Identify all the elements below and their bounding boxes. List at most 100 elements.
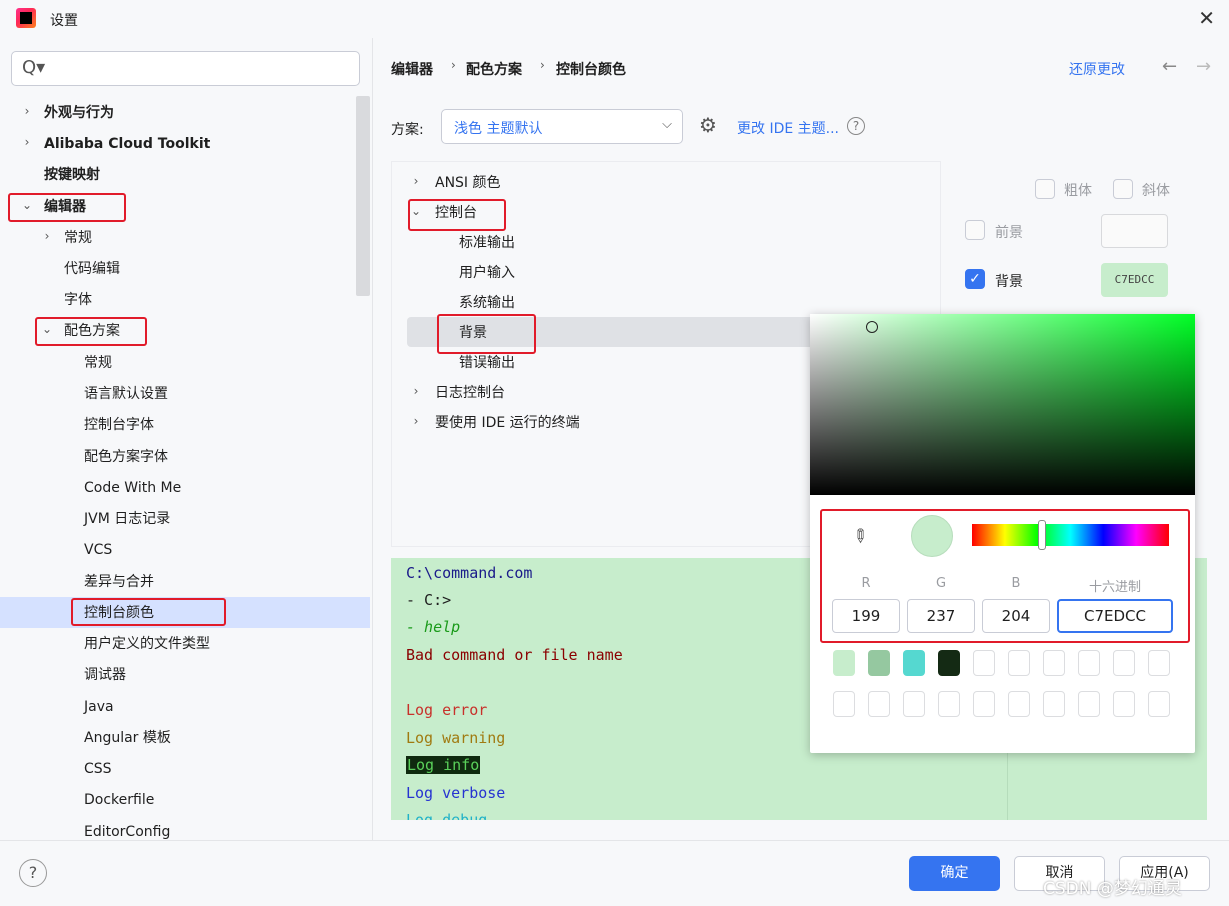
back-arrow-icon[interactable]: ← — [1162, 56, 1177, 77]
chevron-right-icon[interactable]: › — [409, 384, 423, 398]
sidebar-item[interactable]: 控制台颜色 — [84, 599, 154, 627]
saturation-value-area[interactable] — [810, 314, 1195, 495]
scheme-select[interactable]: 浅色 主题默认 ⌵ — [441, 109, 683, 144]
sidebar-item[interactable]: 用户定义的文件类型 — [84, 630, 210, 658]
sidebar-item[interactable]: EditorConfig — [84, 818, 170, 846]
sidebar-item[interactable]: 代码编辑 — [64, 255, 120, 283]
color-tree-item[interactable]: 背景 — [459, 323, 487, 343]
sidebar-item[interactable]: 差异与合并 — [84, 568, 154, 596]
ok-button[interactable]: 确定 — [909, 856, 1000, 891]
palette-swatch[interactable] — [1008, 691, 1030, 717]
palette-swatch[interactable] — [833, 650, 855, 676]
help-icon[interactable]: ? — [847, 117, 865, 135]
chevron-right-icon[interactable]: › — [409, 174, 423, 188]
chevron-right-icon[interactable]: › — [20, 135, 34, 149]
sidebar-item[interactable]: Angular 模板 — [84, 724, 171, 752]
palette-swatch[interactable] — [903, 691, 925, 717]
sidebar-item[interactable]: Code With Me — [84, 474, 181, 502]
color-tree-item[interactable]: 标准输出 — [459, 233, 515, 253]
sidebar-scrollbar[interactable] — [356, 96, 370, 296]
color-picker-popup[interactable]: ✎ R G B 十六进制 199 237 204 C7EDCC — [810, 314, 1195, 753]
sidebar-item[interactable]: VCS — [84, 536, 112, 564]
b-input[interactable]: 204 — [982, 599, 1050, 633]
color-tree-item[interactable]: 错误输出 — [459, 353, 515, 373]
breadcrumb-editor: 编辑器 — [391, 62, 433, 78]
sidebar-item[interactable]: 配色方案 — [64, 317, 120, 345]
palette-swatch[interactable] — [1148, 691, 1170, 717]
foreground-checkbox[interactable] — [965, 220, 985, 240]
italic-checkbox[interactable] — [1113, 179, 1133, 199]
sidebar-item[interactable]: 常规 — [64, 224, 92, 252]
italic-label: 斜体 — [1142, 183, 1170, 199]
palette-swatch[interactable] — [1008, 650, 1030, 676]
bold-checkbox[interactable] — [1035, 179, 1055, 199]
preview-line: Log warning — [406, 729, 506, 747]
breadcrumb-sep: › — [451, 58, 456, 72]
hue-slider-handle[interactable] — [1038, 520, 1046, 550]
color-tree-item[interactable]: 日志控制台 — [435, 383, 505, 403]
window-title: 设置 — [50, 13, 78, 29]
palette-swatch[interactable] — [903, 650, 925, 676]
palette-swatch[interactable] — [833, 691, 855, 717]
sidebar-item[interactable]: Dockerfile — [84, 786, 154, 814]
chevron-right-icon[interactable]: › — [20, 104, 34, 118]
sidebar-item[interactable]: 字体 — [64, 286, 92, 314]
help-button[interactable]: ? — [19, 859, 47, 887]
sv-knob[interactable] — [866, 321, 878, 333]
sidebar-item[interactable]: 控制台字体 — [84, 411, 154, 439]
chevron-down-icon[interactable]: ⌄ — [409, 204, 423, 218]
forward-arrow-icon[interactable]: → — [1196, 56, 1211, 77]
sidebar-item[interactable]: 按键映射 — [44, 161, 100, 189]
preview-line: C:\command.com — [406, 564, 533, 582]
color-tree-item[interactable]: 系统输出 — [459, 293, 515, 313]
sidebar-item[interactable]: 调试器 — [84, 661, 126, 689]
sidebar-item[interactable]: 外观与行为 — [44, 99, 114, 127]
palette-swatch[interactable] — [1078, 650, 1100, 676]
palette-swatch[interactable] — [868, 691, 890, 717]
close-icon[interactable]: ✕ — [1198, 6, 1215, 30]
change-ide-theme-link[interactable]: 更改 IDE 主题... — [737, 118, 839, 138]
chevron-down-icon[interactable]: ⌄ — [40, 322, 54, 336]
gear-icon[interactable]: ⚙ — [699, 113, 717, 137]
palette-swatch[interactable] — [938, 650, 960, 676]
palette-swatch[interactable] — [1113, 691, 1135, 717]
restore-changes-link[interactable]: 还原更改 — [1069, 59, 1125, 79]
sidebar-item[interactable]: JVM 日志记录 — [84, 505, 170, 533]
color-tree-item[interactable]: ANSI 颜色 — [435, 173, 501, 193]
hue-slider[interactable] — [972, 524, 1169, 546]
palette-swatch[interactable] — [973, 650, 995, 676]
background-checkbox[interactable]: ✓ — [965, 269, 985, 289]
color-tree-item[interactable]: 要使用 IDE 运行的终端 — [435, 413, 580, 433]
breadcrumb-color-scheme: 配色方案 — [466, 62, 522, 78]
watermark: CSDN @梦幻通灵 — [1043, 879, 1182, 899]
sidebar-item[interactable]: 编辑器 — [44, 193, 86, 221]
palette-swatch[interactable] — [868, 650, 890, 676]
palette-swatch[interactable] — [1043, 691, 1065, 717]
palette-swatch[interactable] — [1043, 650, 1065, 676]
sidebar-item[interactable]: 常规 — [84, 349, 112, 377]
hex-input[interactable]: C7EDCC — [1057, 599, 1173, 633]
palette-swatch[interactable] — [1148, 650, 1170, 676]
sidebar-item[interactable]: CSS — [84, 755, 112, 783]
color-tree-item[interactable]: 用户输入 — [459, 263, 515, 283]
sidebar-item[interactable]: 配色方案字体 — [84, 443, 168, 471]
chevron-right-icon[interactable]: › — [40, 229, 54, 243]
palette-swatch[interactable] — [973, 691, 995, 717]
settings-sidebar: Q▾ — [0, 38, 372, 840]
chevron-down-icon[interactable]: ⌄ — [20, 198, 34, 212]
color-tree-item[interactable]: 控制台 — [435, 203, 477, 223]
scheme-value: 浅色 主题默认 — [454, 121, 543, 137]
palette-swatch[interactable] — [938, 691, 960, 717]
search-input[interactable]: Q▾ — [11, 51, 360, 86]
sidebar-item[interactable]: Alibaba Cloud Toolkit — [44, 130, 210, 158]
foreground-swatch[interactable] — [1101, 214, 1168, 248]
g-input[interactable]: 237 — [907, 599, 975, 633]
r-input[interactable]: 199 — [832, 599, 900, 633]
palette-swatch[interactable] — [1078, 691, 1100, 717]
sidebar-item[interactable]: 语言默认设置 — [84, 380, 168, 408]
palette-swatch[interactable] — [1113, 650, 1135, 676]
sidebar-item[interactable]: Java — [84, 693, 114, 721]
eyedropper-icon[interactable]: ✎ — [847, 524, 873, 550]
chevron-right-icon[interactable]: › — [409, 414, 423, 428]
background-swatch[interactable]: C7EDCC — [1101, 263, 1168, 297]
